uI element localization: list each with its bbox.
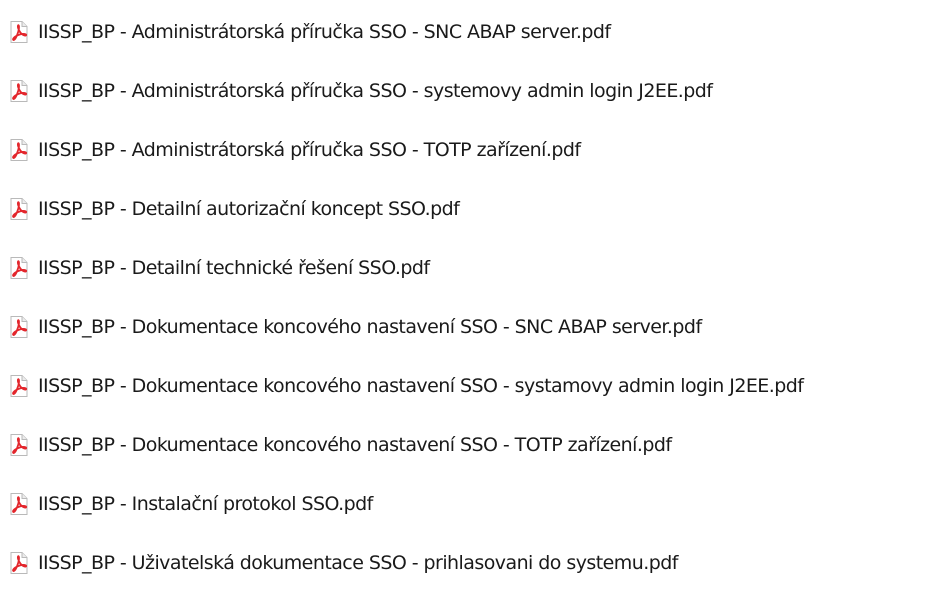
file-name: IISSP_BP - Instalační protokol SSO.pdf bbox=[38, 492, 373, 515]
pdf-file-icon bbox=[8, 551, 30, 575]
file-item[interactable]: IISSP_BP - Instalační protokol SSO.pdf bbox=[0, 474, 949, 533]
file-name: IISSP_BP - Uživatelská dokumentace SSO -… bbox=[38, 551, 678, 574]
pdf-file-icon bbox=[8, 492, 30, 516]
file-item[interactable]: IISSP_BP - Detailní autorizační koncept … bbox=[0, 179, 949, 238]
file-name: IISSP_BP - Detailní technické řešení SSO… bbox=[38, 256, 430, 279]
file-name: IISSP_BP - Dokumentace koncového nastave… bbox=[38, 315, 702, 338]
file-item[interactable]: IISSP_BP - Dokumentace koncového nastave… bbox=[0, 415, 949, 474]
file-item[interactable]: IISSP_BP - Administrátorská příručka SSO… bbox=[0, 61, 949, 120]
file-item[interactable]: IISSP_BP - Detailní technické řešení SSO… bbox=[0, 238, 949, 297]
file-item[interactable]: IISSP_BP - Dokumentace koncového nastave… bbox=[0, 356, 949, 415]
file-name: IISSP_BP - Administrátorská příručka SSO… bbox=[38, 138, 581, 161]
pdf-file-icon bbox=[8, 374, 30, 398]
file-item[interactable]: IISSP_BP - Dokumentace koncového nastave… bbox=[0, 297, 949, 356]
file-list: IISSP_BP - Administrátorská příručka SSO… bbox=[0, 0, 949, 594]
pdf-file-icon bbox=[8, 197, 30, 221]
pdf-file-icon bbox=[8, 256, 30, 280]
file-item[interactable]: IISSP_BP - Uživatelská dokumentace SSO -… bbox=[0, 533, 949, 592]
pdf-file-icon bbox=[8, 315, 30, 339]
pdf-file-icon bbox=[8, 20, 30, 44]
file-name: IISSP_BP - Detailní autorizační koncept … bbox=[38, 197, 460, 220]
pdf-file-icon bbox=[8, 79, 30, 103]
file-name: IISSP_BP - Administrátorská příručka SSO… bbox=[38, 79, 713, 102]
file-name: IISSP_BP - Administrátorská příručka SSO… bbox=[38, 20, 611, 43]
file-name: IISSP_BP - Dokumentace koncového nastave… bbox=[38, 433, 672, 456]
pdf-file-icon bbox=[8, 138, 30, 162]
file-item[interactable]: IISSP_BP - Administrátorská příručka SSO… bbox=[0, 2, 949, 61]
pdf-file-icon bbox=[8, 433, 30, 457]
file-name: IISSP_BP - Dokumentace koncového nastave… bbox=[38, 374, 804, 397]
file-item[interactable]: IISSP_BP - Administrátorská příručka SSO… bbox=[0, 120, 949, 179]
